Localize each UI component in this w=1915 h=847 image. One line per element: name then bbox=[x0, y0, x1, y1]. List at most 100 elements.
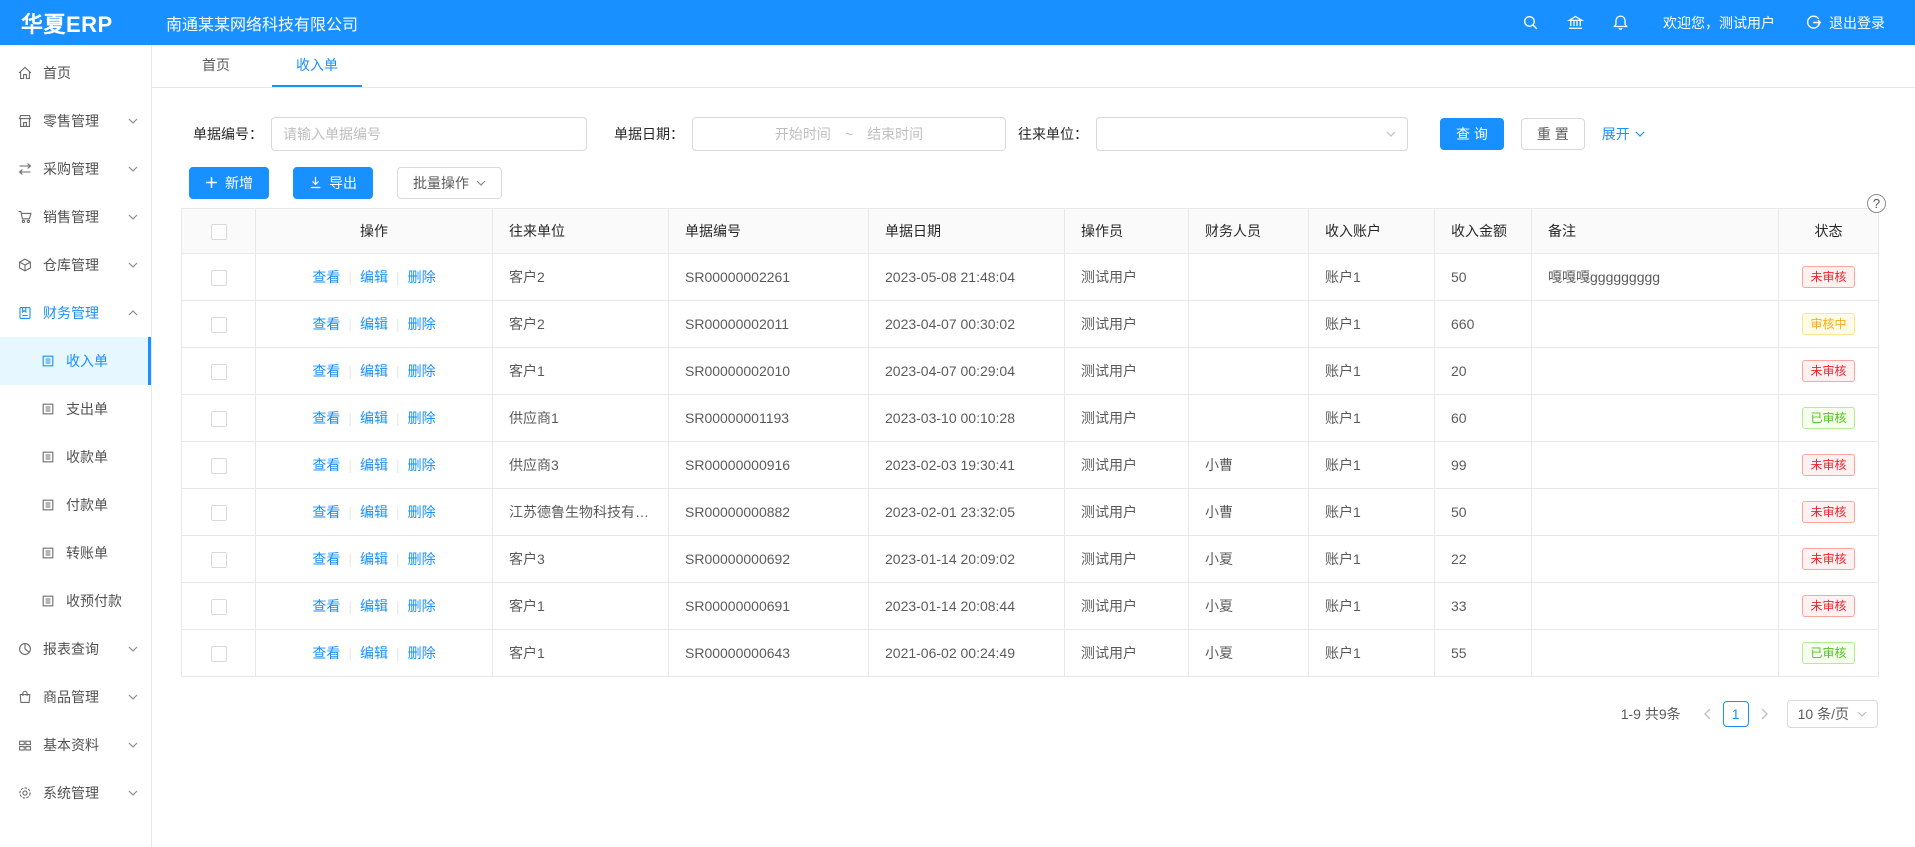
prev-page-button[interactable] bbox=[1695, 701, 1719, 727]
sidebar-item-goods[interactable]: 商品管理 bbox=[0, 673, 151, 721]
platform-bank-icon[interactable] bbox=[1567, 14, 1584, 31]
edit-link[interactable]: 编辑 bbox=[360, 504, 388, 520]
sidebar-item-prepayment[interactable]: 收预付款 bbox=[0, 577, 151, 625]
row-checkbox[interactable] bbox=[211, 458, 227, 474]
sidebar-item-warehouse[interactable]: 仓库管理 bbox=[0, 241, 151, 289]
edit-link[interactable]: 编辑 bbox=[360, 598, 388, 614]
view-link[interactable]: 查看 bbox=[312, 504, 340, 520]
row-checkbox[interactable] bbox=[211, 411, 227, 427]
page-size-select[interactable]: 10 条/页 bbox=[1787, 700, 1878, 728]
sidebar-item-system[interactable]: 系统管理 bbox=[0, 769, 151, 817]
cell-amount: 55 bbox=[1435, 630, 1532, 677]
doc-icon bbox=[40, 545, 56, 561]
delete-link[interactable]: 删除 bbox=[408, 551, 436, 567]
view-link[interactable]: 查看 bbox=[312, 316, 340, 332]
export-button[interactable]: 导出 bbox=[293, 167, 373, 199]
view-link[interactable]: 查看 bbox=[312, 457, 340, 473]
main-area: 首页 收入单 单据编号： 单据日期： 开始时间 ~ 结束时间 往来单位： 查 询… bbox=[152, 45, 1915, 847]
row-checkbox[interactable] bbox=[211, 364, 227, 380]
select-all-cell bbox=[182, 209, 256, 254]
next-page-button[interactable] bbox=[1753, 701, 1777, 727]
sidebar-item-payment-bill[interactable]: 付款单 bbox=[0, 481, 151, 529]
chevron-down-icon bbox=[1635, 131, 1645, 137]
finance-icon bbox=[17, 305, 33, 321]
sidebar-item-purchase[interactable]: 采购管理 bbox=[0, 145, 151, 193]
sidebar-item-label: 转账单 bbox=[66, 543, 108, 563]
batch-actions-button[interactable]: 批量操作 bbox=[397, 167, 502, 199]
table-row: 查看|编辑|删除客户1SR000000006432021-06-02 00:24… bbox=[182, 630, 1879, 677]
cell-amount: 99 bbox=[1435, 442, 1532, 489]
delete-link[interactable]: 删除 bbox=[408, 457, 436, 473]
edit-link[interactable]: 编辑 bbox=[360, 551, 388, 567]
op-separator: | bbox=[348, 316, 352, 332]
view-link[interactable]: 查看 bbox=[312, 269, 340, 285]
sidebar-item-expense-bill[interactable]: 支出单 bbox=[0, 385, 151, 433]
logout-button[interactable]: 退出登录 bbox=[1805, 13, 1885, 33]
expand-link[interactable]: 展开 bbox=[1602, 124, 1645, 144]
row-checkbox[interactable] bbox=[211, 599, 227, 615]
row-checkbox[interactable] bbox=[211, 317, 227, 333]
view-link[interactable]: 查看 bbox=[312, 363, 340, 379]
table-row: 查看|编辑|删除客户1SR000000020102023-04-07 00:29… bbox=[182, 348, 1879, 395]
edit-link[interactable]: 编辑 bbox=[360, 269, 388, 285]
cell-status: 未审核 bbox=[1779, 536, 1879, 583]
cell-finance-staff bbox=[1189, 348, 1309, 395]
view-link[interactable]: 查看 bbox=[312, 645, 340, 661]
cell-finance-staff: 小夏 bbox=[1189, 536, 1309, 583]
search-icon[interactable] bbox=[1522, 14, 1539, 31]
sidebar-item-retail[interactable]: 零售管理 bbox=[0, 97, 151, 145]
edit-link[interactable]: 编辑 bbox=[360, 410, 388, 426]
status-badge: 未审核 bbox=[1802, 266, 1854, 288]
sidebar-item-transfer-bill[interactable]: 转账单 bbox=[0, 529, 151, 577]
view-link[interactable]: 查看 bbox=[312, 598, 340, 614]
topbar: 华夏ERP 南通某某网络科技有限公司 欢迎您，测试用户 退出登录 bbox=[0, 0, 1915, 45]
sidebar-item-home[interactable]: 首页 bbox=[0, 49, 151, 97]
tabbar: 首页 收入单 bbox=[152, 45, 1915, 88]
delete-link[interactable]: 删除 bbox=[408, 598, 436, 614]
cell-partner: 供应商1 bbox=[493, 395, 669, 442]
sidebar-item-basic-data[interactable]: 基本资料 bbox=[0, 721, 151, 769]
edit-link[interactable]: 编辑 bbox=[360, 316, 388, 332]
search-button[interactable]: 查 询 bbox=[1440, 118, 1504, 150]
status-badge: 未审核 bbox=[1802, 501, 1854, 523]
chevron-down-icon bbox=[128, 646, 138, 652]
row-checkbox[interactable] bbox=[211, 552, 227, 568]
delete-link[interactable]: 删除 bbox=[408, 504, 436, 520]
tab-home[interactable]: 首页 bbox=[178, 45, 254, 87]
delete-link[interactable]: 删除 bbox=[408, 645, 436, 661]
edit-link[interactable]: 编辑 bbox=[360, 457, 388, 473]
sidebar-item-finance[interactable]: 财务管理 bbox=[0, 289, 151, 337]
delete-link[interactable]: 删除 bbox=[408, 410, 436, 426]
row-checkbox[interactable] bbox=[211, 646, 227, 662]
row-checkbox[interactable] bbox=[211, 505, 227, 521]
shop-icon bbox=[17, 113, 33, 129]
bell-icon[interactable] bbox=[1612, 14, 1629, 31]
bill-no-input[interactable] bbox=[271, 117, 587, 151]
op-separator: | bbox=[396, 410, 400, 426]
row-checkbox[interactable] bbox=[211, 270, 227, 286]
sidebar-item-reports[interactable]: 报表查询 bbox=[0, 625, 151, 673]
delete-link[interactable]: 删除 bbox=[408, 363, 436, 379]
page-number[interactable]: 1 bbox=[1723, 701, 1749, 727]
select-all-checkbox[interactable] bbox=[211, 224, 227, 240]
sidebar-item-income-bill[interactable]: 收入单 bbox=[0, 337, 151, 385]
delete-link[interactable]: 删除 bbox=[408, 269, 436, 285]
view-link[interactable]: 查看 bbox=[312, 551, 340, 567]
date-range-picker[interactable]: 开始时间 ~ 结束时间 bbox=[692, 117, 1006, 151]
tab-income-bill[interactable]: 收入单 bbox=[272, 45, 362, 87]
cell-finance-staff bbox=[1189, 301, 1309, 348]
plus-icon bbox=[205, 176, 218, 189]
edit-link[interactable]: 编辑 bbox=[360, 645, 388, 661]
reset-button[interactable]: 重 置 bbox=[1521, 118, 1585, 150]
add-button[interactable]: 新增 bbox=[189, 167, 269, 199]
help-icon[interactable]: ? bbox=[1867, 194, 1886, 213]
sidebar-item-receipt-bill[interactable]: 收款单 bbox=[0, 433, 151, 481]
edit-link[interactable]: 编辑 bbox=[360, 363, 388, 379]
sidebar-item-sales[interactable]: 销售管理 bbox=[0, 193, 151, 241]
cell-partner: 客户1 bbox=[493, 630, 669, 677]
view-link[interactable]: 查看 bbox=[312, 410, 340, 426]
report-icon bbox=[17, 641, 33, 657]
cell-operator: 测试用户 bbox=[1065, 254, 1189, 301]
delete-link[interactable]: 删除 bbox=[408, 316, 436, 332]
partner-select[interactable] bbox=[1096, 117, 1408, 151]
